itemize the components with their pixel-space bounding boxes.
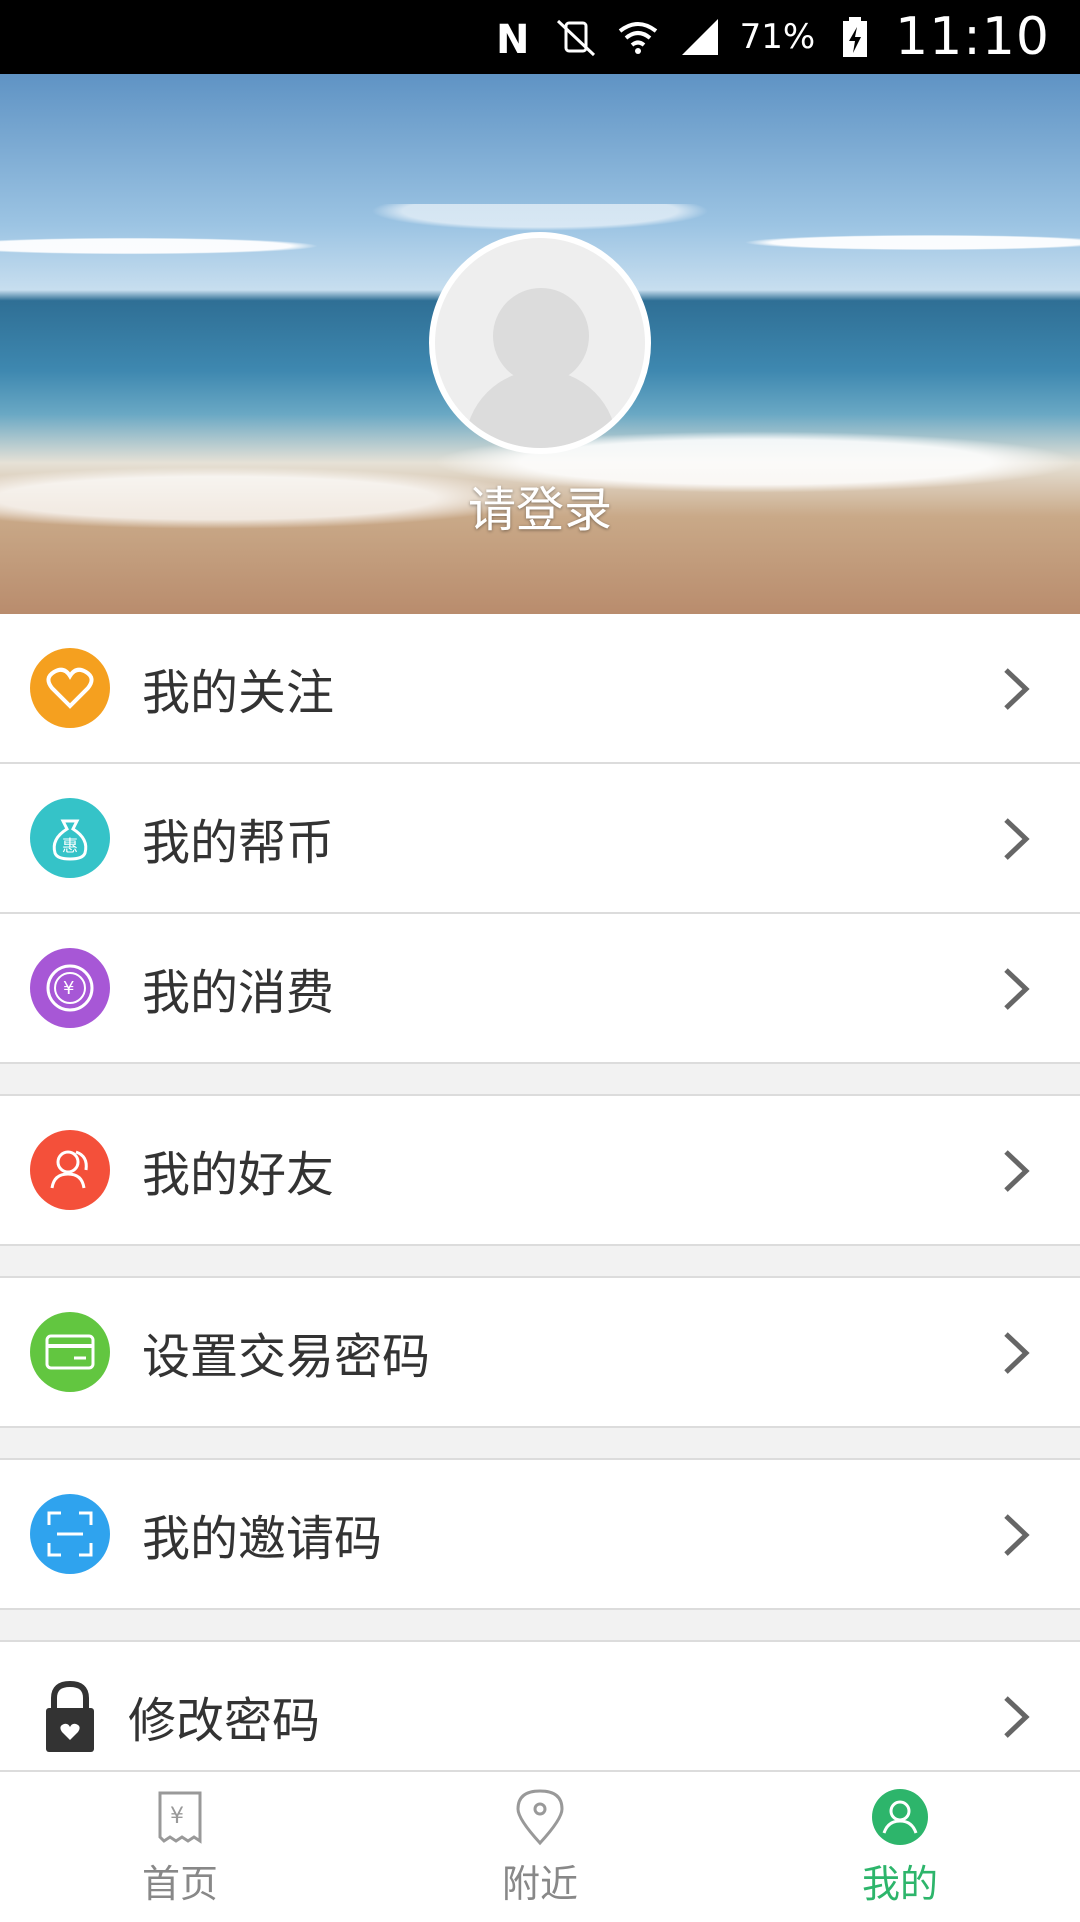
clock: 11:10 (895, 7, 1050, 67)
heart-icon (30, 648, 110, 728)
status-bar: N 71% 11:10 (0, 0, 1080, 74)
svg-text:¥: ¥ (170, 1804, 184, 1829)
battery-percent: 71% (739, 17, 816, 57)
menu-item-label: 修改密码 (128, 1693, 321, 1749)
chevron-right-icon (1004, 1332, 1030, 1374)
menu-item-label: 我的好友 (142, 1147, 335, 1203)
avatar[interactable] (429, 232, 651, 454)
menu-item-coins[interactable]: 惠 我的帮币 (0, 764, 1080, 914)
chevron-right-icon (1004, 1150, 1030, 1192)
location-pin-icon (516, 1788, 564, 1845)
section-divider (0, 1610, 1080, 1642)
chevron-right-icon (1004, 1696, 1030, 1738)
menu-item-trade-password[interactable]: 设置交易密码 (0, 1278, 1080, 1428)
section-divider (0, 1246, 1080, 1278)
tab-home[interactable]: ¥ 首页 (0, 1772, 360, 1922)
avatar-body-icon (465, 370, 617, 448)
battery-charging-icon (843, 17, 868, 57)
lock-icon (40, 1676, 100, 1756)
tab-label: 我的 (861, 1861, 938, 1906)
vibrate-off-icon (556, 19, 595, 57)
nfc-icon: N (496, 17, 529, 59)
svg-text:惠: 惠 (62, 836, 78, 855)
menu-item-label: 我的邀请码 (142, 1511, 383, 1567)
login-prompt[interactable]: 请登录 (0, 470, 1080, 540)
menu-item-spending[interactable]: ¥ 我的消费 (0, 914, 1080, 1064)
menu-item-label: 我的关注 (142, 665, 335, 721)
menu-item-label: 我的消费 (142, 965, 335, 1021)
tab-label: 附近 (501, 1861, 578, 1906)
chevron-right-icon (1004, 968, 1030, 1010)
menu-item-label: 我的帮币 (142, 815, 335, 871)
svg-text:¥: ¥ (63, 978, 74, 999)
scan-code-icon (30, 1494, 110, 1574)
menu-item-invite-code[interactable]: 我的邀请码 (0, 1460, 1080, 1610)
menu-item-friends[interactable]: 我的好友 (0, 1096, 1080, 1246)
user-icon (872, 1788, 928, 1845)
menu-item-label: 设置交易密码 (142, 1329, 431, 1385)
chevron-right-icon (1004, 818, 1030, 860)
card-icon (30, 1312, 110, 1392)
wifi-icon (618, 22, 657, 54)
friends-icon (30, 1130, 110, 1210)
receipt-yen-icon: ¥ (158, 1791, 202, 1844)
section-divider (0, 1064, 1080, 1096)
tab-mine[interactable]: 我的 (720, 1772, 1080, 1922)
yen-coin-icon: ¥ (30, 948, 110, 1028)
section-divider (0, 1428, 1080, 1460)
svg-text:N: N (496, 17, 529, 59)
chevron-right-icon (1004, 1514, 1030, 1556)
signal-icon (681, 19, 718, 55)
chevron-right-icon (1004, 668, 1030, 710)
tab-label: 首页 (141, 1861, 218, 1906)
menu-item-follow[interactable]: 我的关注 (0, 614, 1080, 764)
money-bag-icon: 惠 (30, 798, 110, 878)
tab-nearby[interactable]: 附近 (360, 1772, 720, 1922)
bottom-nav: ¥ 首页 附近 我的 (0, 1770, 1080, 1922)
profile-menu: 我的关注 惠 我的帮币 ¥ 我的消费 我的好友 设置交易密码 我的邀请码 修改密… (0, 614, 1080, 1792)
